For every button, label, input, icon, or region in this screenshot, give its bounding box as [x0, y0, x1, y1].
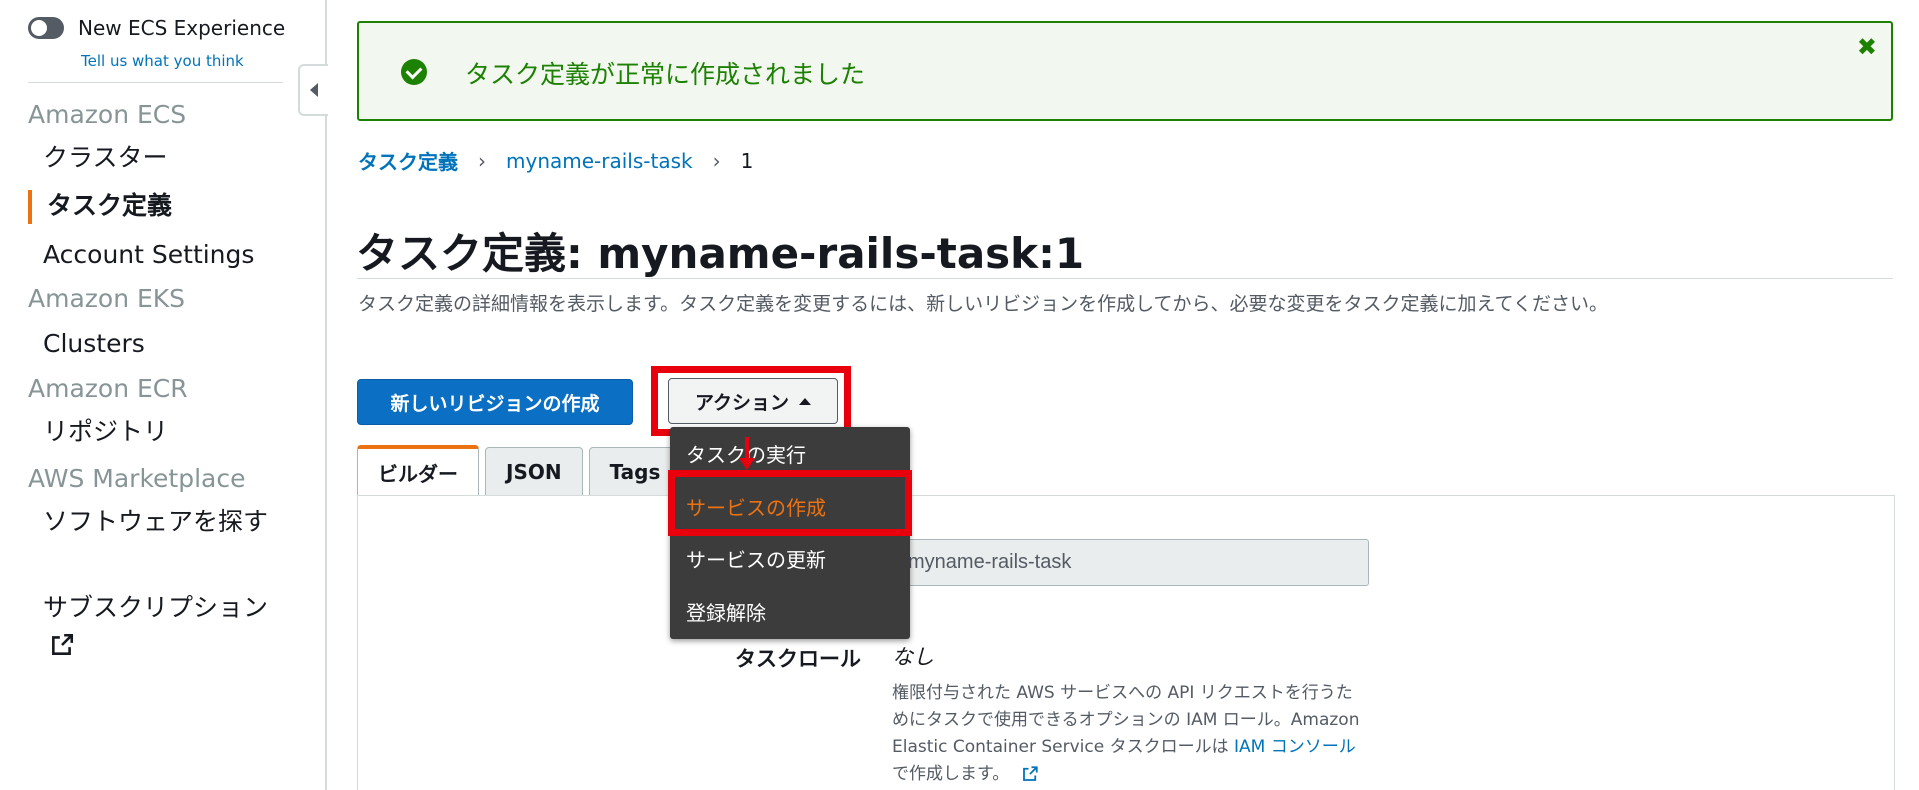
external-link-icon [1022, 766, 1038, 781]
iam-console-link[interactable]: IAM コンソール [1234, 737, 1356, 757]
tab-json[interactable]: JSON [485, 447, 583, 495]
task-role-help-text-end: で作成します。 [892, 764, 1010, 784]
close-icon[interactable]: ✖ [1857, 33, 1877, 61]
sidebar-section-ecr: Amazon ECR [28, 374, 188, 403]
toggle-label: New ECS Experience [78, 16, 286, 40]
caret-up-icon [799, 397, 812, 405]
active-indicator [28, 190, 32, 224]
task-role-value: なし [892, 645, 934, 669]
breadcrumb-separator: › [478, 148, 486, 173]
sidebar-section-ecs: Amazon ECS [28, 100, 187, 129]
toggle-icon[interactable] [28, 17, 64, 39]
task-role-help: 権限付与された AWS サービスへの API リクエストを行うためにタスクで使用… [892, 680, 1362, 788]
success-flash: タスク定義が正常に作成されました ✖ [357, 21, 1893, 121]
page-description: タスク定義の詳細情報を表示します。タスク定義を変更するには、新しいリビジョンを作… [358, 293, 1609, 315]
breadcrumb-separator: › [712, 148, 721, 173]
annotation-arrow-head [739, 458, 755, 470]
sidebar-item-account-settings[interactable]: Account Settings [43, 237, 273, 273]
breadcrumb-task-family[interactable]: myname-rails-task [506, 149, 693, 173]
sidebar-section-eks: Amazon EKS [28, 284, 186, 313]
check-circle-icon [401, 59, 427, 85]
sidebar: New ECS Experience Tell us what you thin… [0, 0, 327, 790]
sidebar-divider [28, 82, 283, 83]
actions-button[interactable]: アクション [668, 378, 838, 424]
breadcrumb: タスク定義 › myname-rails-task › 1 [358, 146, 753, 175]
collapse-left-icon [310, 83, 318, 97]
sidebar-item-discover-software[interactable]: ソフトウェアを探す [43, 504, 273, 540]
title-divider [357, 278, 1893, 279]
breadcrumb-revision: 1 [740, 148, 754, 173]
sidebar-section-marketplace: AWS Marketplace [28, 464, 246, 493]
breadcrumb-task-definitions[interactable]: タスク定義 [358, 146, 458, 175]
task-definition-name-input[interactable] [893, 539, 1369, 586]
flash-message: タスク定義が正常に作成されました [465, 60, 866, 89]
new-experience-toggle-row[interactable]: New ECS Experience [28, 16, 285, 40]
sidebar-item-repositories[interactable]: リポジトリ [43, 414, 273, 450]
create-revision-button[interactable]: 新しいリビジョンの作成 [357, 379, 633, 425]
sidebar-item-clusters-ja[interactable]: クラスター [43, 140, 273, 176]
sidebar-item-subscriptions[interactable]: サブスクリプション [43, 590, 273, 662]
tab-builder[interactable]: ビルダー [357, 445, 479, 495]
tab-bar: ビルダー JSON Tags [357, 445, 687, 495]
page-title: タスク定義: myname-rails-task:1 [356, 229, 1085, 278]
sidebar-item-subscriptions-label: サブスクリプション [43, 593, 269, 622]
sidebar-collapse-button[interactable] [298, 64, 328, 116]
sidebar-item-eks-clusters[interactable]: Clusters [43, 326, 273, 362]
sidebar-item-task-definitions[interactable]: タスク定義 [47, 188, 277, 224]
external-link-icon [52, 633, 74, 655]
menu-item-deregister[interactable]: 登録解除 [686, 597, 766, 626]
task-role-label: タスクロール [735, 647, 861, 671]
actions-button-label: アクション [694, 392, 790, 414]
create-service-highlight [668, 470, 912, 536]
feedback-link[interactable]: Tell us what you think [81, 52, 244, 70]
menu-item-update-service[interactable]: サービスの更新 [686, 544, 826, 573]
